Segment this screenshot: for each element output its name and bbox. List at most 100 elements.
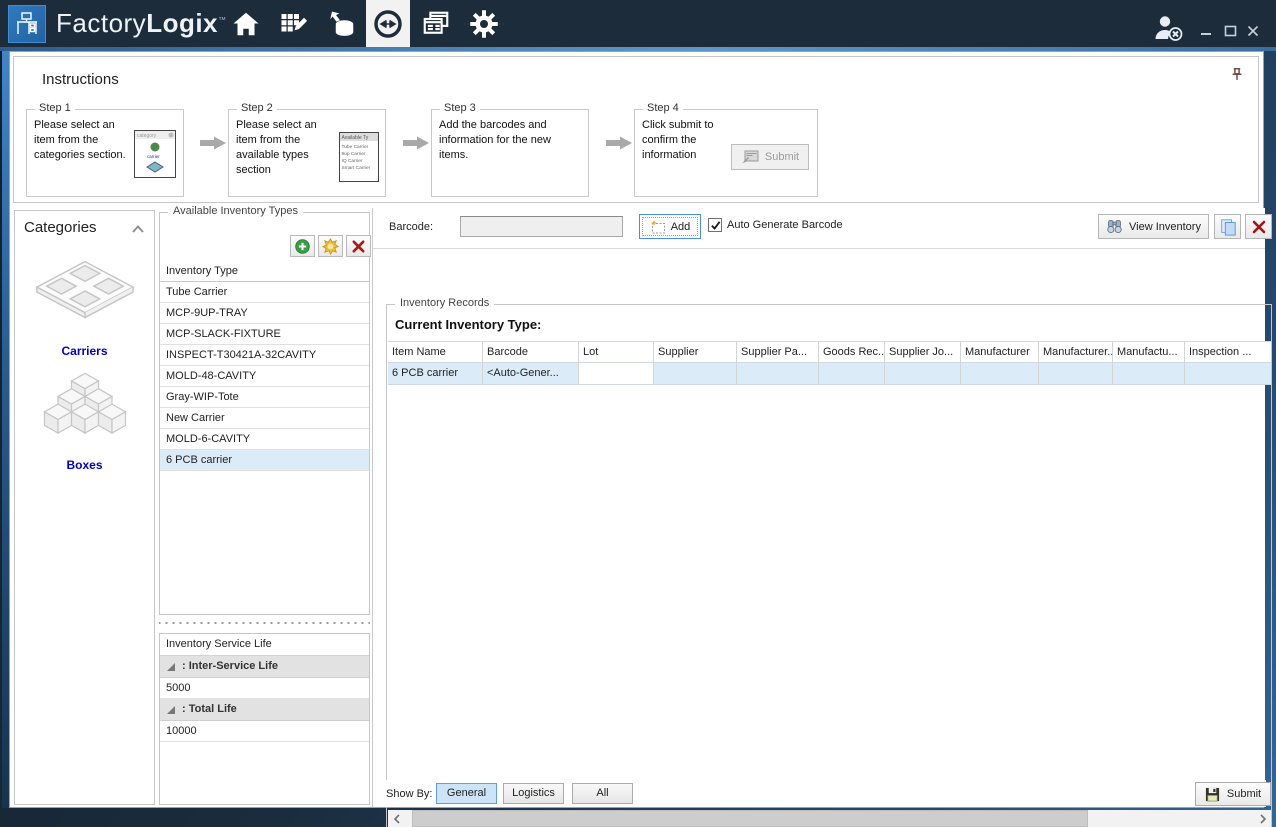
type-row[interactable]: MCP-9UP-TRAY	[160, 303, 369, 324]
cell-item-name[interactable]: 6 PCB carrier	[388, 363, 483, 385]
column-header-goods-received[interactable]: Goods Rec...	[819, 341, 885, 363]
scroll-left-icon[interactable]	[388, 810, 405, 827]
total-life-group[interactable]: : Total Life	[160, 699, 369, 721]
column-header-barcode[interactable]: Barcode	[483, 341, 579, 363]
category-item-boxes[interactable]: Boxes	[15, 363, 154, 472]
records-grid: Item Name Barcode Lot Supplier Supplier …	[388, 341, 1271, 385]
auto-generate-checkbox[interactable]: Auto Generate Barcode	[708, 218, 843, 232]
step-arrow-icon	[604, 135, 634, 151]
svg-text:IQ Carrier: IQ Carrier	[342, 158, 363, 164]
settings-gear-icon[interactable]	[462, 0, 506, 47]
edit-star-icon	[322, 238, 339, 255]
type-row[interactable]: MOLD-6-CAVITY	[160, 429, 369, 450]
column-header-inspection[interactable]: Inspection ...	[1185, 341, 1271, 363]
expander-icon	[166, 662, 176, 672]
filter-logistics-button[interactable]: Logistics	[503, 783, 564, 804]
cell-manufacturer-2[interactable]	[1039, 363, 1113, 385]
focus-outline	[642, 217, 698, 236]
cell-lot[interactable]	[579, 363, 654, 385]
show-by-label: Show By:	[386, 788, 432, 800]
inter-service-life-label: : Inter-Service Life	[182, 656, 278, 677]
column-header-item-name[interactable]: Item Name	[388, 341, 483, 363]
column-header-manufacturer[interactable]: Manufacturer	[961, 341, 1039, 363]
column-header-supplier-part[interactable]: Supplier Pa...	[737, 341, 819, 363]
category-label-carriers: Carriers	[15, 344, 154, 358]
barcode-input[interactable]	[460, 216, 623, 237]
production-grid-icon[interactable]	[272, 0, 316, 47]
svg-text:Tube Carrier: Tube Carrier	[342, 144, 369, 150]
column-header-lot[interactable]: Lot	[579, 341, 654, 363]
cell-supplier-job[interactable]	[885, 363, 961, 385]
total-life-value[interactable]: 10000	[160, 721, 369, 742]
edit-type-button[interactable]	[318, 235, 343, 257]
column-header-supplier[interactable]: Supplier	[654, 341, 737, 363]
svg-text:Available Ty: Available Ty	[342, 135, 369, 141]
inter-service-life-value[interactable]: 5000	[160, 678, 369, 699]
main-panel: Barcode: Add Auto Generate Barcode	[372, 208, 1265, 807]
instructions-panel: Instructions Step 1 Please select an ite…	[13, 56, 1259, 203]
scrollbar-thumb[interactable]	[412, 810, 1088, 827]
step-2-thumbnail: Available Ty Tube Carrier9up Carrier IQ …	[339, 132, 379, 182]
type-list-header[interactable]: Inventory Type	[160, 261, 369, 282]
collapse-chevron-up-icon[interactable]	[131, 224, 145, 234]
user-logout-icon[interactable]	[1150, 14, 1190, 42]
receiving-database-icon[interactable]	[320, 0, 364, 47]
add-record-button[interactable]: Add	[639, 214, 701, 239]
category-item-carriers[interactable]: Carriers	[15, 251, 154, 358]
maximize-button[interactable]	[1220, 22, 1240, 40]
cell-supplier[interactable]	[654, 363, 737, 385]
close-button[interactable]	[1243, 22, 1263, 40]
delete-type-button[interactable]	[346, 235, 371, 257]
scroll-right-icon[interactable]	[1254, 810, 1271, 827]
cell-manufacturer[interactable]	[961, 363, 1039, 385]
cell-barcode[interactable]: <Auto-Gener...	[483, 363, 579, 385]
type-row[interactable]: Tube Carrier	[160, 282, 369, 303]
submit-form-icon	[741, 150, 759, 164]
category-label-boxes: Boxes	[15, 458, 154, 472]
categories-panel: Categories Carriers	[14, 210, 155, 805]
type-row[interactable]: MCP-SLACK-FIXTURE	[160, 324, 369, 345]
step-3-text: Add the barcodes and information for the…	[439, 118, 574, 163]
type-row[interactable]: INSPECT-T30421A-32CAVITY	[160, 345, 369, 366]
home-icon[interactable]	[224, 0, 268, 47]
carriers-tray-icon	[31, 251, 139, 339]
type-row[interactable]: New Carrier	[160, 408, 369, 429]
step-4-label: Step 4	[643, 102, 683, 114]
add-type-button[interactable]	[290, 235, 315, 257]
content-area: Instructions Step 1 Please select an ite…	[9, 51, 1264, 808]
service-life-header: Inventory Service Life	[160, 634, 369, 656]
filter-general-button[interactable]: General	[436, 783, 497, 804]
minimize-button[interactable]	[1196, 22, 1216, 40]
copy-button[interactable]	[1214, 214, 1241, 239]
inter-service-life-group[interactable]: : Inter-Service Life	[160, 656, 369, 678]
cell-inspection[interactable]	[1185, 363, 1271, 385]
column-header-manufacturer-2[interactable]: Manufacturer...	[1039, 341, 1113, 363]
splitter-handle[interactable]	[159, 617, 370, 629]
material-transfer-icon[interactable]	[366, 0, 410, 47]
column-header-supplier-job[interactable]: Supplier Jo...	[885, 341, 961, 363]
step-4-box: Step 4 Click submit to confirm the infor…	[634, 109, 818, 197]
view-inventory-button[interactable]: View Inventory	[1098, 214, 1209, 239]
expander-icon	[166, 705, 176, 715]
cell-goods-received[interactable]	[819, 363, 885, 385]
pin-icon[interactable]	[1230, 67, 1244, 81]
cell-supplier-part[interactable]	[737, 363, 819, 385]
filter-all-button[interactable]: All	[572, 783, 633, 804]
submit-button[interactable]: Submit	[1195, 782, 1271, 806]
type-row[interactable]: Gray-WIP-Tote	[160, 387, 369, 408]
reports-windows-icon[interactable]	[414, 0, 458, 47]
delete-x-icon	[351, 239, 366, 254]
cell-manufacturer-3[interactable]	[1113, 363, 1185, 385]
available-types-legend: Available Inventory Types	[168, 205, 303, 217]
auto-generate-label: Auto Generate Barcode	[727, 219, 843, 231]
horizontal-scrollbar[interactable]	[388, 810, 1271, 827]
inventory-records-legend: Inventory Records	[395, 297, 494, 309]
clear-button[interactable]	[1245, 214, 1272, 239]
type-row-selected[interactable]: 6 PCB carrier	[160, 450, 369, 471]
total-life-label: : Total Life	[182, 699, 237, 720]
step-1-text: Please select an item from the categorie…	[34, 118, 138, 163]
column-header-manufacturer-3[interactable]: Manufactu...	[1113, 341, 1185, 363]
type-row[interactable]: MOLD-48-CAVITY	[160, 366, 369, 387]
step-submit-button[interactable]: Submit	[731, 144, 809, 170]
svg-text:carrier: carrier	[147, 154, 160, 159]
